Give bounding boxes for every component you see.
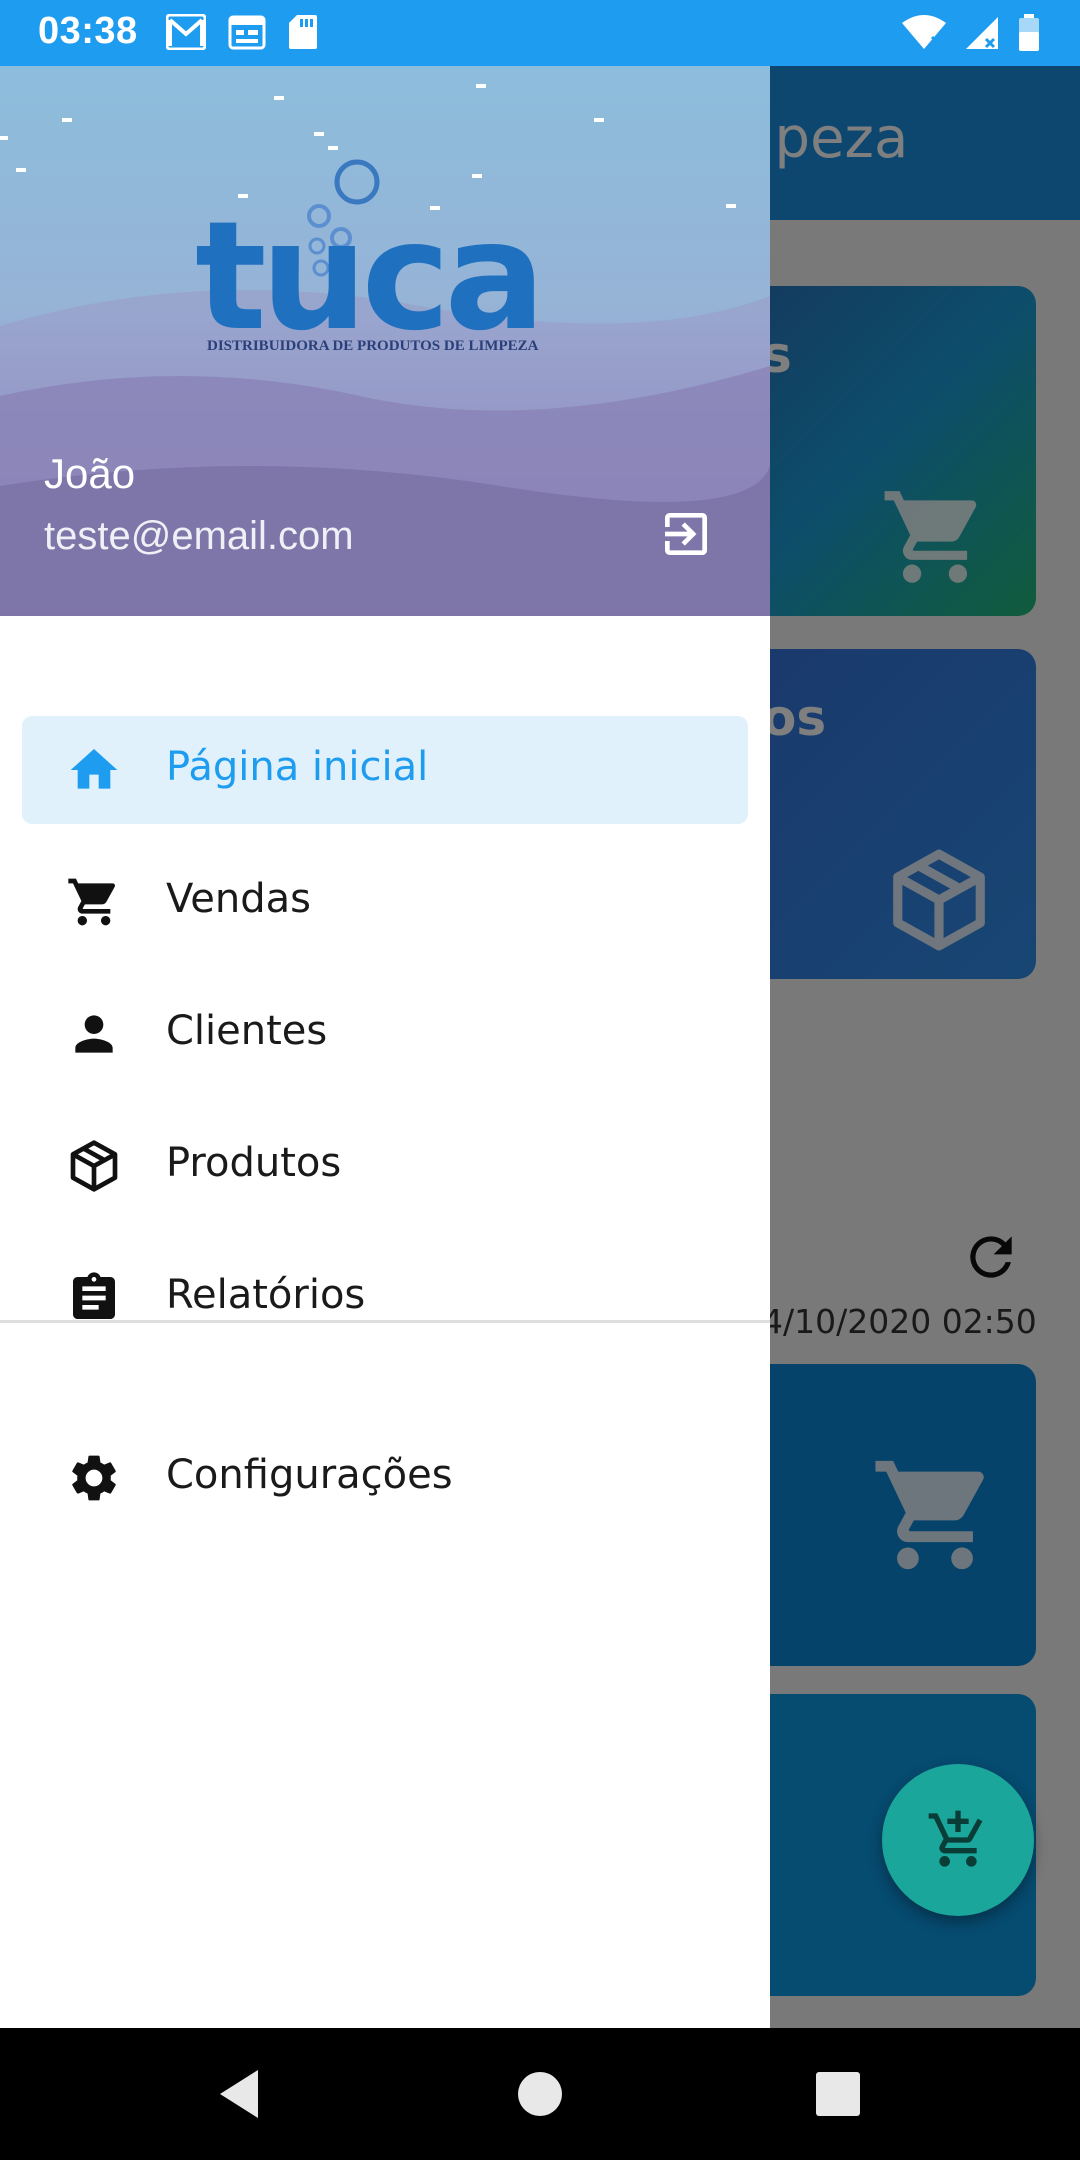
menu-item-label: Página inicial — [166, 744, 429, 790]
signal-icon — [966, 17, 998, 49]
wifi-icon — [902, 15, 946, 49]
menu-divider — [0, 1320, 770, 1323]
menu-item-sales[interactable]: Vendas — [22, 848, 748, 956]
brand-logo: tuca DISTRIBUIDORA DE PRODUTOS DE LIMPEZ… — [195, 159, 546, 364]
menu-item-label: Relatórios — [166, 1272, 366, 1318]
cart-icon — [68, 878, 116, 926]
menu-item-settings[interactable]: Configurações — [22, 1424, 748, 1532]
menu-item-reports[interactable]: Relatórios — [22, 1244, 748, 1352]
menu-item-label: Clientes — [166, 1008, 328, 1054]
back-icon[interactable] — [210, 2064, 270, 2124]
new-sale-fab[interactable] — [882, 1764, 1034, 1916]
notification-icons — [166, 14, 318, 50]
gear-icon — [72, 1455, 116, 1501]
menu-item-label: Vendas — [166, 876, 311, 922]
clipboard-icon — [73, 1272, 115, 1319]
sd-card-icon — [289, 15, 317, 49]
home-icon — [70, 749, 118, 789]
menu-item-products[interactable]: Produtos — [22, 1112, 748, 1220]
menu-item-label: Configurações — [166, 1452, 453, 1498]
navigation-drawer: tuca DISTRIBUIDORA DE PRODUTOS DE LIMPEZ… — [0, 66, 770, 2028]
menu-item-home[interactable]: Página inicial — [22, 716, 748, 824]
box-icon — [70, 1140, 118, 1192]
user-email: teste@email.com — [44, 514, 354, 558]
status-time: 03:38 — [38, 10, 138, 52]
logout-icon[interactable] — [658, 506, 714, 562]
user-name: João — [44, 450, 136, 497]
add-to-cart-icon — [928, 1810, 983, 1867]
status-bar: 03:38 — [0, 0, 1080, 66]
calendar-icon — [228, 15, 266, 50]
system-nav-bar — [0, 2028, 1080, 2160]
battery-icon — [1019, 14, 1039, 51]
brand-logo-subtitle: DISTRIBUIDORA DE PRODUTOS DE LIMPEZA — [207, 338, 539, 354]
system-icons — [902, 14, 1040, 52]
recents-icon[interactable] — [808, 2064, 868, 2124]
home-button-icon[interactable] — [510, 2064, 570, 2124]
menu-item-clients[interactable]: Clientes — [22, 980, 748, 1088]
person-icon — [75, 1015, 113, 1053]
menu-item-label: Produtos — [166, 1140, 342, 1186]
drawer-header: tuca DISTRIBUIDORA DE PRODUTOS DE LIMPEZ… — [0, 66, 770, 616]
gmail-icon — [166, 14, 206, 50]
